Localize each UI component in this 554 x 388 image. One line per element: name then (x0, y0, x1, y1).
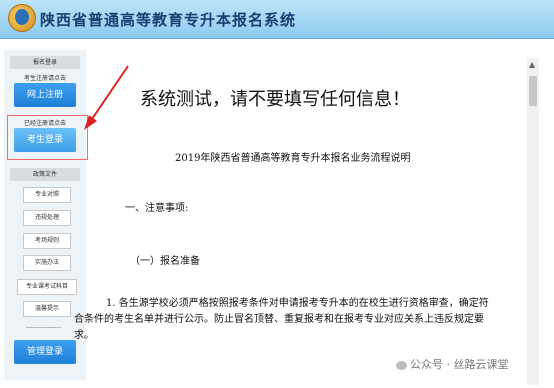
subsection-heading: （一）报名准备 (130, 256, 200, 267)
scroll-up-icon[interactable]: ▲ (529, 60, 535, 69)
policy-link-tips[interactable]: 温馨提示 (23, 301, 71, 317)
warning-headline: 系统测试，请不要填写任何信息！ (140, 89, 410, 110)
sidebar-section-login: 报名登录 (10, 56, 80, 69)
policy-link-major-mapping[interactable]: 专业对照 (23, 187, 71, 203)
paragraph-1: 1. 各生源学校必须严格按照报考条件对申请报考专升本的在校生进行资格审查，确定符… (74, 298, 489, 341)
logo-icon (8, 4, 36, 32)
policy-link-violation[interactable]: 违规处理 (23, 210, 71, 226)
vertical-scrollbar[interactable]: ▲ (527, 58, 539, 385)
watermark-text: 公众号 · 丝路云课堂 (410, 358, 509, 371)
scroll-thumb[interactable] (529, 76, 537, 106)
document-title: 2019年陕西省普通高等教育专升本报名业务流程说明 (175, 153, 411, 164)
sidebar-separator: ---------------- (26, 324, 61, 331)
section-heading: 一、注意事项: (125, 203, 189, 214)
policy-link-exam-subjects[interactable]: 专业课考试科目 (17, 279, 77, 295)
admin-login-button[interactable]: 管理登录 (14, 340, 76, 364)
app-header: 陕西省普通高等教育专升本报名系统 (0, 0, 554, 39)
register-button[interactable]: 网上注册 (14, 83, 76, 107)
watermark: 公众号 · 丝路云课堂 (396, 356, 509, 372)
policy-link-exam-rules[interactable]: 考场规则 (23, 233, 71, 249)
login-highlight-box (7, 115, 88, 160)
wechat-icon (396, 360, 407, 370)
policy-link-implementation[interactable]: 实施办法 (23, 255, 71, 271)
page-title: 陕西省普通高等教育专升本报名系统 (40, 11, 297, 29)
main-content: 系统测试，请不要填写任何信息！ 2019年陕西省普通高等教育专升本报名业务流程说… (74, 55, 520, 385)
sidebar-section-policy: 政策文件 (10, 168, 80, 181)
register-note: 考生注册请点击 (23, 75, 66, 82)
